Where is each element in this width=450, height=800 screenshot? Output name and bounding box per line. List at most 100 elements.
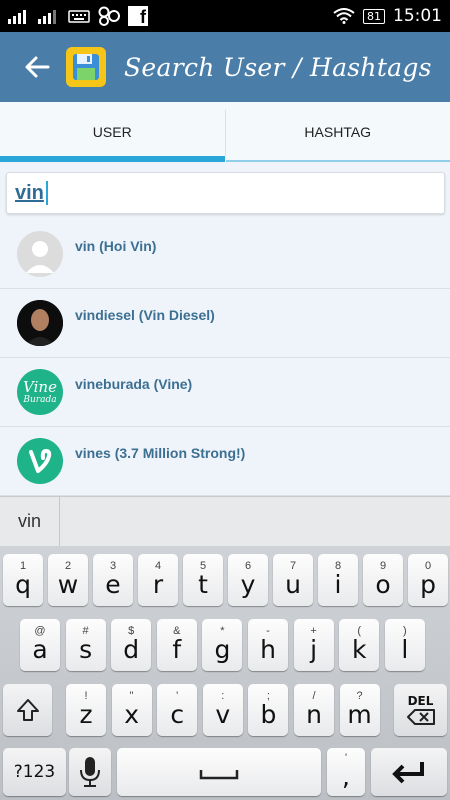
delete-key-label: DEL bbox=[407, 694, 434, 708]
key-label: x bbox=[124, 699, 139, 729]
page-title: Search User / Hashtags bbox=[124, 52, 432, 82]
key-label: m bbox=[347, 699, 372, 729]
microphone-icon bbox=[80, 757, 100, 787]
key-label: y bbox=[240, 569, 256, 599]
key-p[interactable]: 0p bbox=[408, 554, 448, 606]
enter-icon bbox=[392, 762, 424, 784]
result-label: vineburada (Vine) bbox=[75, 376, 193, 392]
app-notification-icon bbox=[98, 6, 120, 26]
vine-burada-logo: Vine Burada bbox=[17, 369, 63, 415]
key-g[interactable]: * g bbox=[202, 619, 243, 671]
suggestion-bar: vin bbox=[0, 496, 450, 546]
key-label: l bbox=[401, 634, 409, 664]
key-h[interactable]: -h bbox=[248, 619, 288, 671]
space-key[interactable] bbox=[117, 748, 321, 796]
key-k[interactable]: (k bbox=[339, 619, 380, 671]
microphone-key[interactable] bbox=[69, 748, 111, 796]
result-label: vindiesel (Vin Diesel) bbox=[75, 307, 215, 323]
key-label: z bbox=[79, 699, 93, 729]
key-y[interactable]: 6y bbox=[228, 554, 268, 606]
key-label: r bbox=[152, 569, 164, 599]
result-row[interactable]: vindiesel (Vin Diesel) bbox=[0, 289, 450, 358]
key-label: d bbox=[123, 634, 140, 664]
key-f[interactable]: & f bbox=[156, 619, 197, 671]
key-label: v bbox=[215, 699, 231, 729]
key-x[interactable]: " x bbox=[111, 684, 152, 736]
key-label: h bbox=[260, 634, 276, 664]
comma-key-label: , bbox=[342, 761, 350, 791]
default-avatar-icon bbox=[17, 231, 63, 277]
search-input-value: vin bbox=[15, 181, 44, 204]
tab-user[interactable]: USER bbox=[0, 102, 225, 162]
key-label: j bbox=[310, 634, 318, 664]
status-bar: f 81 15:01 bbox=[0, 0, 450, 32]
key-o[interactable]: 9o bbox=[363, 554, 403, 606]
key-label: n bbox=[306, 699, 322, 729]
suggestion-item[interactable]: vin bbox=[0, 497, 61, 546]
result-row[interactable]: vin (Hoi Vin) bbox=[0, 220, 450, 289]
key-u[interactable]: 7u bbox=[273, 554, 313, 606]
soft-keyboard: DEL ?123 ' , 1 q 2 w 3 e 4 r 5 t 6 y 7 u 8 i 9 o 0 p @ a # s $ d &… bbox=[0, 546, 450, 800]
key-label: i bbox=[334, 569, 342, 599]
shift-key[interactable] bbox=[3, 684, 52, 736]
delete-key[interactable]: DEL bbox=[394, 684, 447, 736]
tab-hashtag-label: HASHTAG bbox=[304, 124, 372, 140]
vine-logo bbox=[17, 438, 63, 484]
clock: 15:01 bbox=[393, 6, 442, 26]
symbols-key[interactable]: ?123 bbox=[3, 748, 66, 796]
app-logo-icon bbox=[66, 47, 106, 87]
key-w[interactable]: 2w bbox=[48, 554, 88, 606]
key-m[interactable]: ? m bbox=[339, 684, 380, 736]
result-row[interactable]: Vine Burada vineburada (Vine) bbox=[0, 358, 450, 427]
key-label: b bbox=[260, 699, 277, 729]
backspace-icon bbox=[406, 709, 435, 725]
shift-icon bbox=[16, 699, 39, 721]
signal-icon bbox=[8, 10, 26, 24]
wifi-icon bbox=[333, 8, 355, 24]
result-label: vin (Hoi Vin) bbox=[75, 238, 157, 254]
enter-key[interactable] bbox=[371, 748, 447, 796]
vine-burada-logo-sub: Burada bbox=[23, 394, 57, 405]
key-label: u bbox=[285, 569, 301, 599]
profile-photo bbox=[17, 300, 63, 346]
tab-user-label: USER bbox=[92, 124, 132, 140]
key-j[interactable]: + j bbox=[293, 619, 334, 671]
key-e[interactable]: 3e bbox=[93, 554, 133, 606]
battery-indicator: 81 bbox=[363, 8, 385, 24]
key-label: e bbox=[105, 569, 121, 599]
key-label: k bbox=[351, 634, 367, 664]
key-l[interactable]: ) l bbox=[384, 619, 425, 671]
result-row[interactable]: vines (3.7 Million Strong!) bbox=[0, 427, 450, 496]
key-c[interactable]: ' c bbox=[157, 684, 198, 736]
key-b[interactable]: ; b bbox=[248, 684, 289, 736]
key-r[interactable]: 4r bbox=[138, 554, 178, 606]
key-n[interactable]: / n bbox=[294, 684, 334, 736]
key-t[interactable]: 5t bbox=[183, 554, 223, 606]
vine-burada-logo-text: Vine bbox=[23, 377, 57, 396]
text-cursor bbox=[45, 181, 48, 205]
key-s[interactable]: # s bbox=[65, 619, 106, 671]
key-label: o bbox=[375, 569, 391, 599]
symbols-key-label: ?123 bbox=[13, 762, 56, 782]
key-q[interactable]: 1q bbox=[3, 554, 43, 606]
key-z[interactable]: ! z bbox=[66, 684, 106, 736]
signal-2-icon bbox=[38, 10, 56, 24]
key-label: s bbox=[79, 634, 93, 664]
key-a[interactable]: @ a bbox=[20, 619, 60, 671]
key-i[interactable]: 8i bbox=[318, 554, 358, 606]
space-icon bbox=[199, 770, 239, 780]
key-label: q bbox=[15, 569, 31, 599]
back-arrow-icon[interactable] bbox=[22, 52, 52, 82]
key-v[interactable]: :v bbox=[202, 684, 243, 736]
key-d[interactable]: $ d bbox=[111, 619, 152, 671]
key-label: g bbox=[214, 634, 231, 664]
key-label: f bbox=[172, 634, 182, 664]
comma-key[interactable]: ' , bbox=[327, 748, 365, 796]
search-input[interactable]: vin bbox=[6, 172, 445, 214]
key-label: a bbox=[32, 634, 48, 664]
key-label: p bbox=[420, 569, 436, 599]
tab-hashtag[interactable]: HASHTAG bbox=[225, 102, 450, 162]
key-label: t bbox=[198, 569, 208, 599]
result-label: vines (3.7 Million Strong!) bbox=[75, 445, 246, 461]
results-list: vin (Hoi Vin) vindiesel (Vin Diesel) Vin… bbox=[0, 220, 450, 496]
